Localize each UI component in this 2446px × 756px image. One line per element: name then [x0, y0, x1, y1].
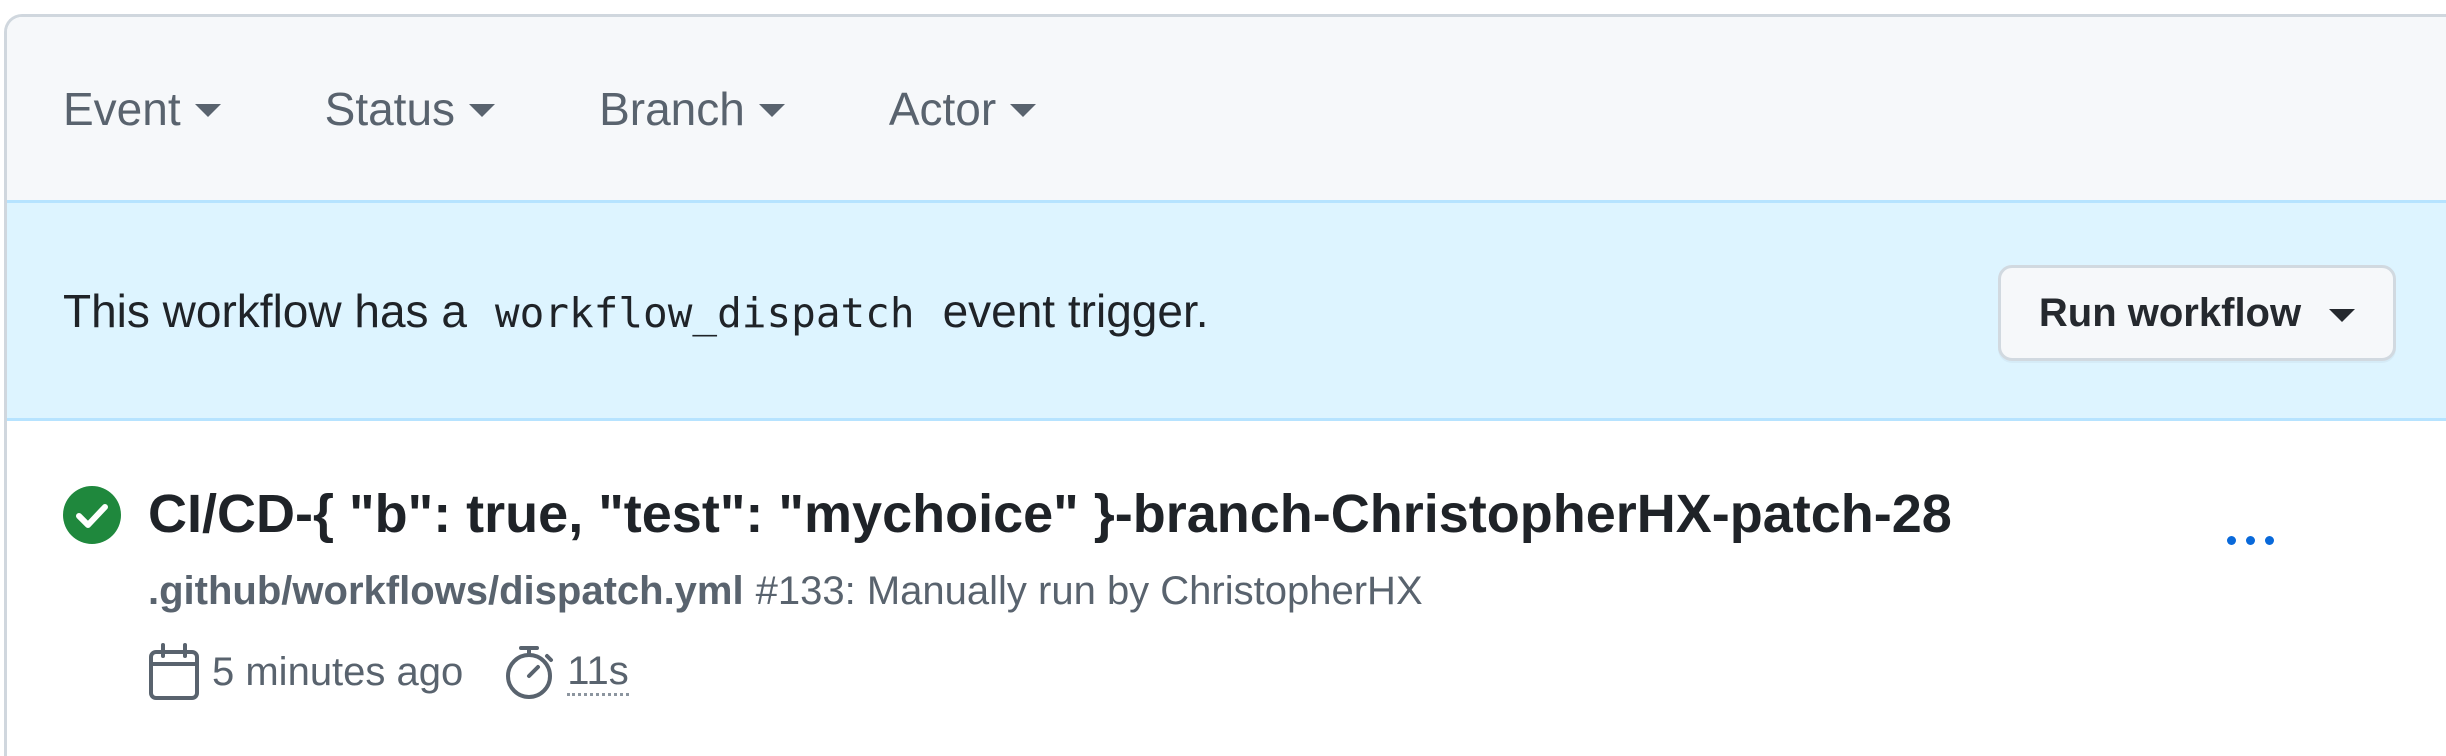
caret-down-icon — [758, 104, 785, 117]
filter-branch-dropdown[interactable]: Branch — [599, 82, 785, 136]
run-title-link[interactable]: CI/CD-{ "b": true, "test": "mychoice" }-… — [148, 483, 1952, 545]
workflow-dispatch-banner: This workflow has a workflow_dispatch ev… — [7, 203, 2446, 421]
run-workflow-label: Run workflow — [2038, 290, 2302, 335]
check-circle-fill-icon — [63, 486, 121, 544]
run-time-ago: 5 minutes ago — [212, 649, 464, 694]
more-dot — [2245, 535, 2255, 545]
more-dot — [2226, 535, 2236, 545]
filter-actor-label: Actor — [888, 82, 997, 135]
caret-down-icon — [194, 104, 221, 117]
calendar-icon — [149, 643, 199, 700]
caret-down-icon — [2329, 308, 2356, 322]
workflow-runs-panel: Event Status Branch Actor This workflow … — [4, 14, 2446, 756]
dispatch-suffix: event trigger. — [942, 284, 1209, 337]
kebab-horizontal-icon[interactable] — [2205, 515, 2295, 565]
caret-down-icon — [469, 104, 496, 117]
filter-event-dropdown[interactable]: Event — [63, 82, 221, 136]
filter-actor-dropdown[interactable]: Actor — [888, 82, 1037, 136]
workflow-run-row: CI/CD-{ "b": true, "test": "mychoice" }-… — [7, 421, 2446, 756]
filter-status-dropdown[interactable]: Status — [324, 82, 496, 136]
run-duration: 11s — [567, 649, 629, 696]
caret-down-icon — [1010, 104, 1037, 117]
run-info: 5 minutes ago 11s — [148, 643, 629, 701]
dispatch-trigger-code: workflow_dispatch — [494, 288, 915, 337]
stopwatch-icon — [506, 646, 554, 699]
filter-status-label: Status — [324, 82, 456, 135]
run-workflow-button[interactable]: Run workflow — [1998, 265, 2396, 361]
dispatch-prefix: This workflow has a — [63, 284, 467, 337]
run-meta: .github/workflows/dispatch.yml #133: Manu… — [148, 569, 1423, 614]
filter-branch-label: Branch — [599, 82, 745, 135]
filter-event-label: Event — [63, 82, 181, 135]
run-description: #133: Manually run by ChristopherHX — [755, 569, 1423, 613]
filter-bar: Event Status Branch Actor — [7, 17, 2446, 203]
dispatch-message: This workflow has a workflow_dispatch ev… — [63, 284, 1209, 338]
workflow-file-link[interactable]: .github/workflows/dispatch.yml — [148, 569, 744, 613]
more-dot — [2264, 535, 2274, 545]
